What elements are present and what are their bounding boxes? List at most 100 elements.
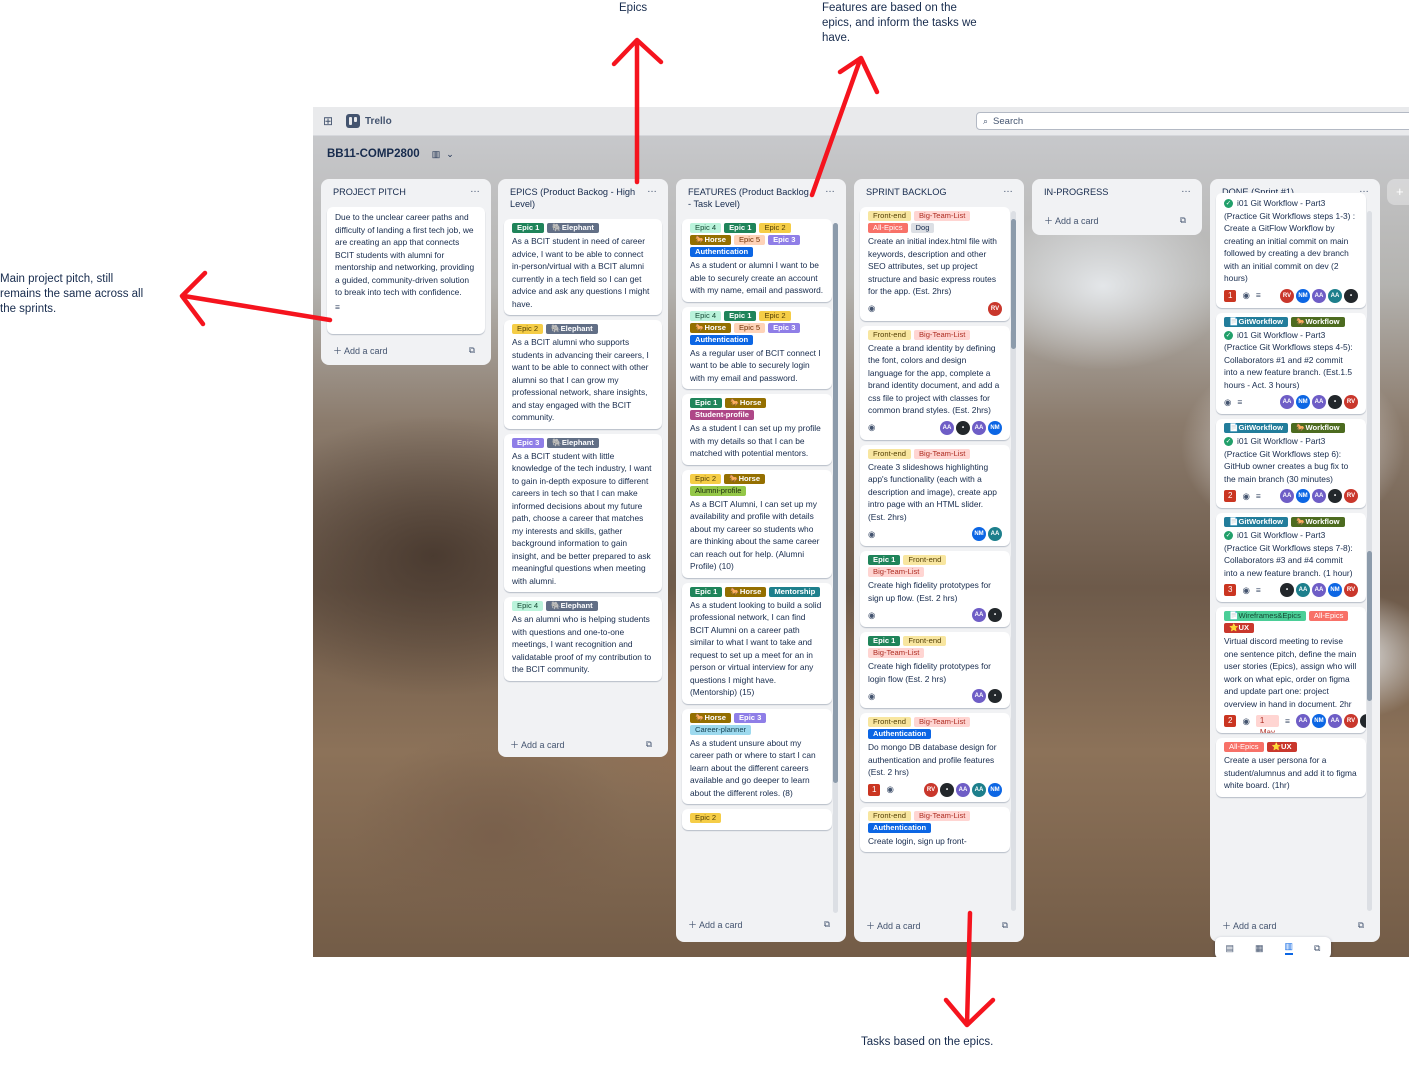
card-label[interactable]: ⭐UX [1266, 742, 1297, 752]
avatar[interactable]: • [1344, 288, 1358, 303]
avatar[interactable]: NM [988, 420, 1002, 435]
list-title[interactable]: EPICS (Product Backog - High Level) [510, 186, 640, 210]
card[interactable]: Epic 2 [682, 809, 832, 830]
add-card-button[interactable]: ＋ Add a card ⧉ [676, 911, 846, 937]
card-label[interactable]: All-Epics [1308, 611, 1349, 621]
card-label[interactable]: 🐘Elephant [546, 324, 598, 334]
card-label[interactable]: Epic 2 [512, 324, 544, 334]
card-label[interactable]: Career-planner [690, 724, 752, 735]
card-label[interactable]: Epic 2 [690, 813, 722, 823]
card-label[interactable]: Epic 4 [512, 601, 544, 611]
avatar[interactable]: AA [972, 420, 986, 435]
board-title[interactable]: BB11-COMP2800 [327, 148, 420, 160]
card-label[interactable]: 📄GitWorkflow [1224, 517, 1289, 527]
avatar[interactable]: AA [972, 608, 986, 622]
list-title[interactable]: IN-PROGRESS [1044, 186, 1108, 198]
add-card-button[interactable]: ＋ Add a card ⧉ [1210, 912, 1380, 938]
avatar[interactable]: NM [1296, 288, 1310, 303]
card-label[interactable]: Epic 1 [724, 310, 757, 321]
card-label[interactable]: 🐘Elephant [547, 223, 599, 233]
card-label[interactable]: Front-end [903, 636, 947, 646]
card[interactable]: 📄GitWorkflow 🐎Workflow ✓ i01 Git Workflow -… [1216, 513, 1366, 602]
card[interactable]: Front-end Big-Team-List Create 3 slideshow… [860, 444, 1010, 546]
template-icon[interactable]: ⧉ [469, 345, 475, 356]
card-label[interactable]: Mentorship [769, 586, 821, 597]
avatar[interactable]: RV [1343, 714, 1358, 728]
card-label[interactable]: All-Epics [868, 223, 908, 233]
list-title[interactable]: PROJECT PITCH [333, 186, 406, 198]
card-label[interactable]: 📄GitWorkflow [1224, 316, 1289, 327]
add-card-button[interactable]: ＋ Add a card ⧉ [854, 912, 1024, 938]
calendar-icon[interactable]: ▦ [1255, 943, 1264, 954]
list-menu-icon[interactable]: … [1181, 185, 1192, 195]
card-label[interactable]: Big-Team-List [913, 211, 971, 221]
avatar[interactable]: NM [1328, 583, 1342, 597]
chevron-down-icon[interactable]: ⌄ [446, 149, 454, 160]
avatar[interactable]: • [1359, 714, 1366, 728]
card-label[interactable]: Epic 4 [690, 310, 722, 321]
card-label[interactable]: Dog [910, 223, 935, 233]
avatar[interactable]: RV [924, 782, 938, 797]
avatar[interactable]: AA [972, 782, 986, 797]
list-title[interactable]: SPRINT BACKLOG [866, 186, 947, 198]
card-label[interactable]: Epic 1 [690, 398, 723, 408]
card[interactable]: Epic 4 🐘Elephant As an alumni who is helpi… [504, 597, 662, 681]
card-label[interactable]: Epic 4 [690, 223, 722, 233]
card-label[interactable]: Authentication [868, 729, 932, 739]
card-label[interactable]: Epic 3 [768, 322, 801, 333]
card-label[interactable]: 📄GitWorkflow [1224, 423, 1289, 433]
card[interactable]: Front-end Big-Team-List Authentication Do m… [860, 713, 1010, 802]
card-label[interactable]: Epic 2 [759, 223, 791, 233]
card-label[interactable]: 🐎Workflow [1291, 517, 1345, 527]
card-label[interactable]: Epic 1 [690, 586, 723, 597]
avatar[interactable]: RV [1280, 288, 1294, 303]
card-label[interactable]: ⭐UX [1224, 623, 1255, 633]
card-label[interactable]: Epic 2 [690, 473, 722, 484]
card-label[interactable]: Front-end [903, 555, 947, 565]
list-menu-icon[interactable]: … [647, 185, 658, 195]
add-card-button[interactable]: ＋ Add a card ⧉ [1032, 207, 1202, 233]
trello-logo[interactable]: Trello [346, 114, 392, 128]
avatar[interactable]: AA [1312, 583, 1326, 597]
card[interactable]: Epic 3 🐘Elephant As a BCIT student with li… [504, 433, 662, 592]
avatar[interactable]: AA [988, 527, 1002, 541]
avatar[interactable]: AA [1312, 288, 1326, 303]
avatar[interactable]: AA [972, 689, 986, 703]
card[interactable]: Epic 1 🐘Elephant As a BCIT student in need… [504, 219, 662, 315]
card-label[interactable]: 🐎Workflow [1291, 316, 1345, 327]
card[interactable]: Epic 1 Front-end Big-Team-List Create high … [860, 551, 1010, 627]
avatar[interactable]: NM [1296, 395, 1310, 409]
avatar[interactable]: NM [1296, 489, 1310, 503]
card-label[interactable]: Epic 1 [724, 223, 757, 233]
card[interactable]: Epic 4 Epic 1 Epic 2 🐎Horse Epic 5 Epic 3 Auth… [682, 306, 832, 389]
card-label[interactable]: Big-Team-List [913, 717, 971, 727]
avatar[interactable]: AA [1280, 395, 1294, 409]
card[interactable]: Epic 1 🐎Horse Mentorship As a student looki… [682, 582, 832, 704]
card[interactable]: ✓ i01 Git Workflow - Part3 (Practice Git … [1216, 193, 1366, 308]
card-label[interactable]: All-Epics [1224, 742, 1264, 752]
card-label[interactable]: 🐎Workflow [1291, 423, 1345, 433]
avatar[interactable]: AA [940, 420, 954, 435]
card-label[interactable]: 🐘Elephant [546, 601, 598, 611]
card-label[interactable]: Big-Team-List [868, 567, 925, 577]
avatar[interactable]: AA [1296, 583, 1310, 597]
avatar[interactable]: RV [1344, 489, 1358, 503]
card-label[interactable]: Big-Team-List [868, 648, 925, 658]
avatar[interactable]: AA [1327, 714, 1342, 728]
card-label[interactable]: Big-Team-List [913, 329, 971, 340]
template-icon[interactable]: ⧉ [646, 739, 652, 750]
board-view-icon[interactable]: ▥ [432, 149, 441, 160]
card[interactable]: Front-end Big-Team-List All-Epics Dog Create… [860, 207, 1010, 321]
card[interactable]: Epic 4 Epic 1 Epic 2 🐎Horse Epic 5 Epic 3 Auth… [682, 219, 832, 302]
card-label[interactable]: 🐎Horse [725, 398, 767, 408]
avatar[interactable]: RV [1344, 583, 1358, 597]
card-label[interactable]: Front-end [868, 717, 911, 727]
template-icon[interactable]: ⧉ [1180, 215, 1186, 226]
card[interactable]: 📄GitWorkflow 🐎Workflow ✓ i01 Git Workflow -… [1216, 312, 1366, 414]
template-icon[interactable]: ⧉ [1002, 920, 1008, 931]
card-label[interactable]: Student-profile [690, 410, 754, 420]
card[interactable]: Front-end Big-Team-List Create a brand ide… [860, 325, 1010, 440]
card-label[interactable]: Authentication [690, 334, 754, 345]
card[interactable]: 🐎Horse Epic 3 Career-planner As a student u… [682, 708, 832, 804]
card-label[interactable]: 🐎Horse [725, 586, 767, 597]
